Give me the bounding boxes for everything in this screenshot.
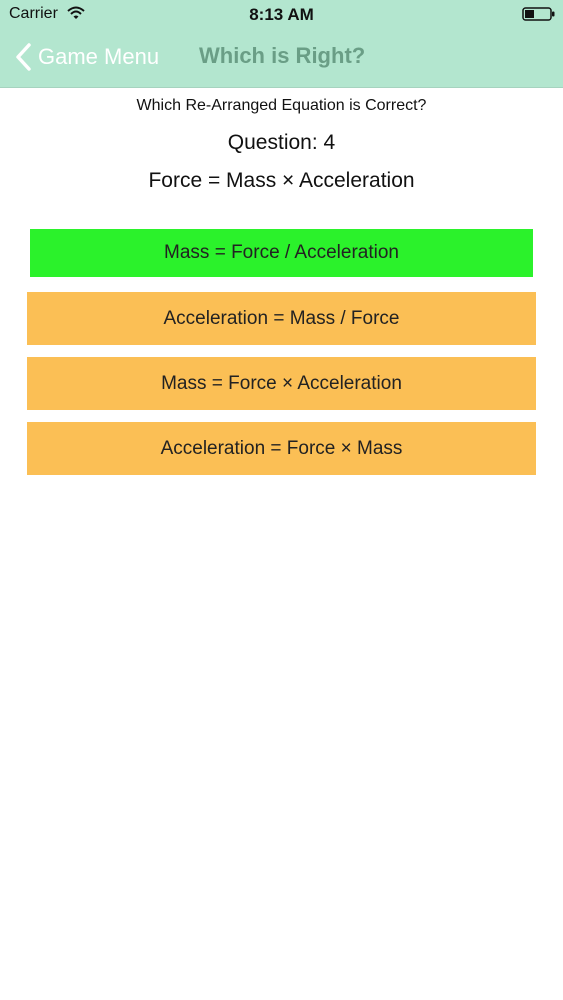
back-button-label: Game Menu — [38, 44, 160, 69]
clock: 8:13 AM — [249, 5, 314, 24]
answer-label: Mass = Force / Acceleration — [164, 242, 399, 263]
answer-label: Acceleration = Force × Mass — [160, 437, 403, 459]
back-button[interactable]: Game Menu — [14, 40, 159, 74]
answer-button-1[interactable]: Mass = Force / Acceleration — [30, 229, 533, 277]
status-bar: Carrier 8:13 AM — [0, 0, 563, 30]
question-prompt: Which Re-Arranged Equation is Correct? — [136, 97, 427, 114]
answer-button-3[interactable]: Mass = Force × Acceleration — [27, 357, 536, 410]
question-number: Question: 4 — [227, 131, 336, 154]
answer-label: Acceleration = Mass / Force — [163, 307, 400, 329]
given-equation: Force = Mass × Acceleration — [148, 169, 415, 192]
answer-label: Mass = Force × Acceleration — [161, 372, 402, 394]
answer-button-4[interactable]: Acceleration = Force × Mass — [27, 422, 536, 475]
nav-row: Game Menu Which is Right? — [0, 30, 563, 86]
navigation-bar: Carrier 8:13 AM Game Menu Which is Right… — [0, 0, 563, 88]
chevron-left-icon — [16, 43, 31, 71]
page-title: Which is Right? — [199, 43, 366, 68]
battery-icon — [522, 7, 555, 21]
answer-button-2[interactable]: Acceleration = Mass / Force — [27, 292, 536, 345]
